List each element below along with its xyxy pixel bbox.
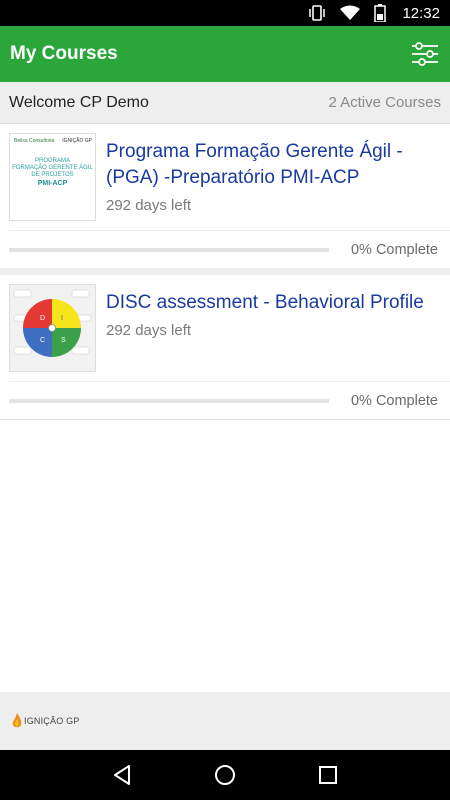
course-card[interactable]: Belisa Consultoria IGNIÇÃO GP PROGRAMA F… [0, 124, 450, 275]
back-icon [113, 765, 130, 785]
disc-d-label: D [40, 315, 45, 322]
home-icon [214, 765, 235, 785]
progress-bar [9, 247, 329, 252]
thumb-line: FORMAÇÃO GERENTE ÁGIL [12, 165, 93, 171]
footer-brand-text: IGNIÇÃO GP [24, 716, 80, 726]
welcome-greeting: Welcome CP Demo [9, 93, 149, 111]
disc-s-label: S [61, 337, 66, 344]
filter-button[interactable] [410, 39, 440, 69]
footer: IGNIÇÃO GP [0, 692, 450, 750]
clock: 12:32 [402, 4, 440, 22]
system-nav-bar [0, 750, 450, 800]
course-card[interactable]: D I C S DISC assessment - Behavioral Pro… [0, 275, 450, 420]
status-bar: 12:32 [0, 0, 450, 26]
battery-icon [374, 4, 387, 22]
app-bar: My Courses [0, 26, 450, 82]
back-button[interactable] [107, 760, 137, 790]
thumb-line: PMI-ACP [37, 180, 68, 187]
progress-label: 0% Complete [350, 241, 438, 258]
thumb-line: DE PROJETOS [31, 172, 74, 178]
disc-c-label: C [40, 337, 45, 344]
recents-button[interactable] [313, 760, 343, 790]
days-left: 292 days left [106, 197, 192, 214]
course-thumbnail: D I C S [9, 284, 96, 372]
app-screen: 12:32 My Courses Welcome CP Demo 2 Activ… [0, 0, 450, 800]
filter-sliders-icon [412, 42, 438, 66]
belisa-logo: Belisa Consultoria [14, 138, 55, 144]
course-title[interactable]: Programa Formação Gerente Ágil - (PGA) -… [106, 139, 441, 191]
thumb-line: PROGRAMA [34, 158, 70, 164]
recents-icon [319, 766, 338, 784]
days-left: 292 days left [106, 322, 192, 339]
ignicao-logo: IGNIÇÃO GP [62, 138, 92, 144]
active-courses-count: 2 Active Courses [328, 94, 441, 111]
course-title[interactable]: DISC assessment - Behavioral Profile [106, 290, 441, 316]
course-list: Belisa Consultoria IGNIÇÃO GP PROGRAMA F… [0, 124, 450, 420]
vibrate-icon [308, 5, 326, 21]
home-button[interactable] [210, 760, 240, 790]
wifi-icon [340, 5, 361, 21]
flame-icon [12, 713, 22, 728]
course-thumbnail: Belisa Consultoria IGNIÇÃO GP PROGRAMA F… [9, 133, 96, 221]
footer-brand: IGNIÇÃO GP [12, 713, 80, 729]
welcome-bar: Welcome CP Demo 2 Active Courses [0, 82, 450, 124]
page-title: My Courses [10, 43, 118, 64]
progress-bar [9, 398, 329, 403]
disc-quadrant-image: D I C S [10, 285, 95, 371]
progress-label: 0% Complete [350, 392, 438, 409]
disc-i-label: I [61, 315, 63, 322]
